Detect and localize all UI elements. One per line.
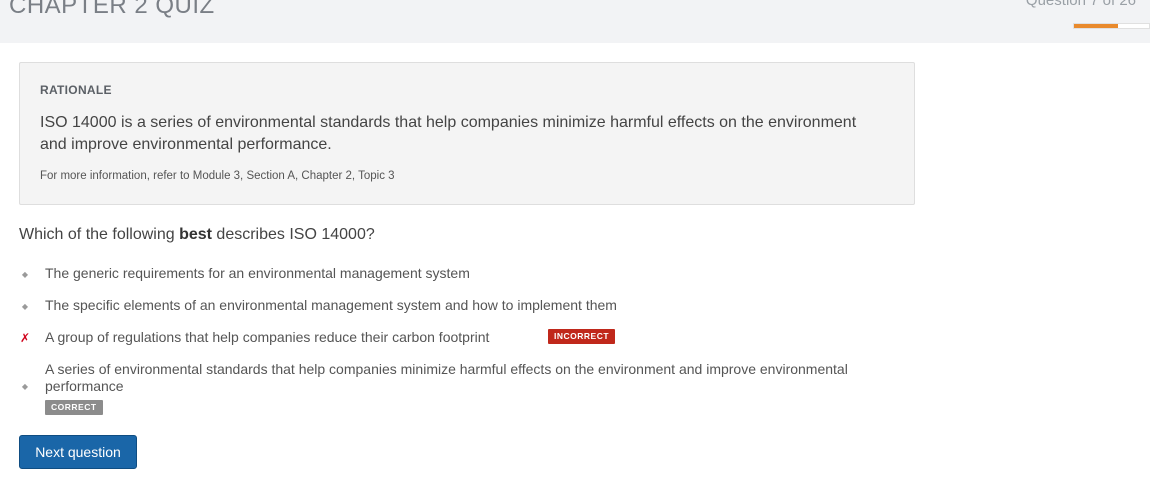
incorrect-badge: INCORRECT [548, 329, 616, 344]
question-prefix: Which of the following [19, 226, 180, 243]
answer-option-3: ✗ A group of regulations that help compa… [19, 329, 919, 347]
diamond-bullet-icon: ◆ [21, 270, 29, 279]
rationale-heading: RATIONALE [40, 83, 112, 97]
rationale-text: ISO 14000 is a series of environmental s… [40, 114, 857, 153]
diamond-bullet-icon: ◆ [21, 302, 29, 311]
question-emphasis: best [179, 226, 212, 243]
incorrect-cross-icon: ✗ [19, 331, 31, 345]
progress-bar-fill [1074, 24, 1119, 28]
quiz-title: CHAPTER 2 QUIZ [9, 0, 215, 19]
quiz-header: CHAPTER 2 QUIZ Question 7 of 26 [0, 0, 1150, 43]
answer-option-1: ◆ The generic requirements for an enviro… [19, 265, 919, 283]
answer-option-2: ◆ The specific elements of an environmen… [19, 297, 919, 315]
answer-text: The generic requirements for an environm… [45, 265, 470, 281]
answer-text: A group of regulations that help compani… [45, 329, 490, 345]
question-progress-label: Question 7 of 26 [1025, 0, 1136, 9]
next-question-button[interactable]: Next question [19, 435, 137, 469]
correct-badge: CORRECT [45, 400, 103, 415]
answer-option-4: ◆ A series of environmental standards th… [19, 361, 919, 417]
diamond-bullet-icon: ◆ [21, 382, 29, 391]
answer-text: A series of environmental standards that… [45, 361, 848, 394]
answer-text: The specific elements of an environmenta… [45, 297, 617, 313]
question-suffix: describes ISO 14000? [211, 226, 375, 243]
rationale-reference: For more information, refer to Module 3,… [40, 170, 395, 182]
rationale-panel: RATIONALE ISO 14000 is a series of envir… [19, 62, 915, 205]
progress-bar [1073, 23, 1150, 29]
question-text: Which of the following best describes IS… [19, 226, 375, 244]
